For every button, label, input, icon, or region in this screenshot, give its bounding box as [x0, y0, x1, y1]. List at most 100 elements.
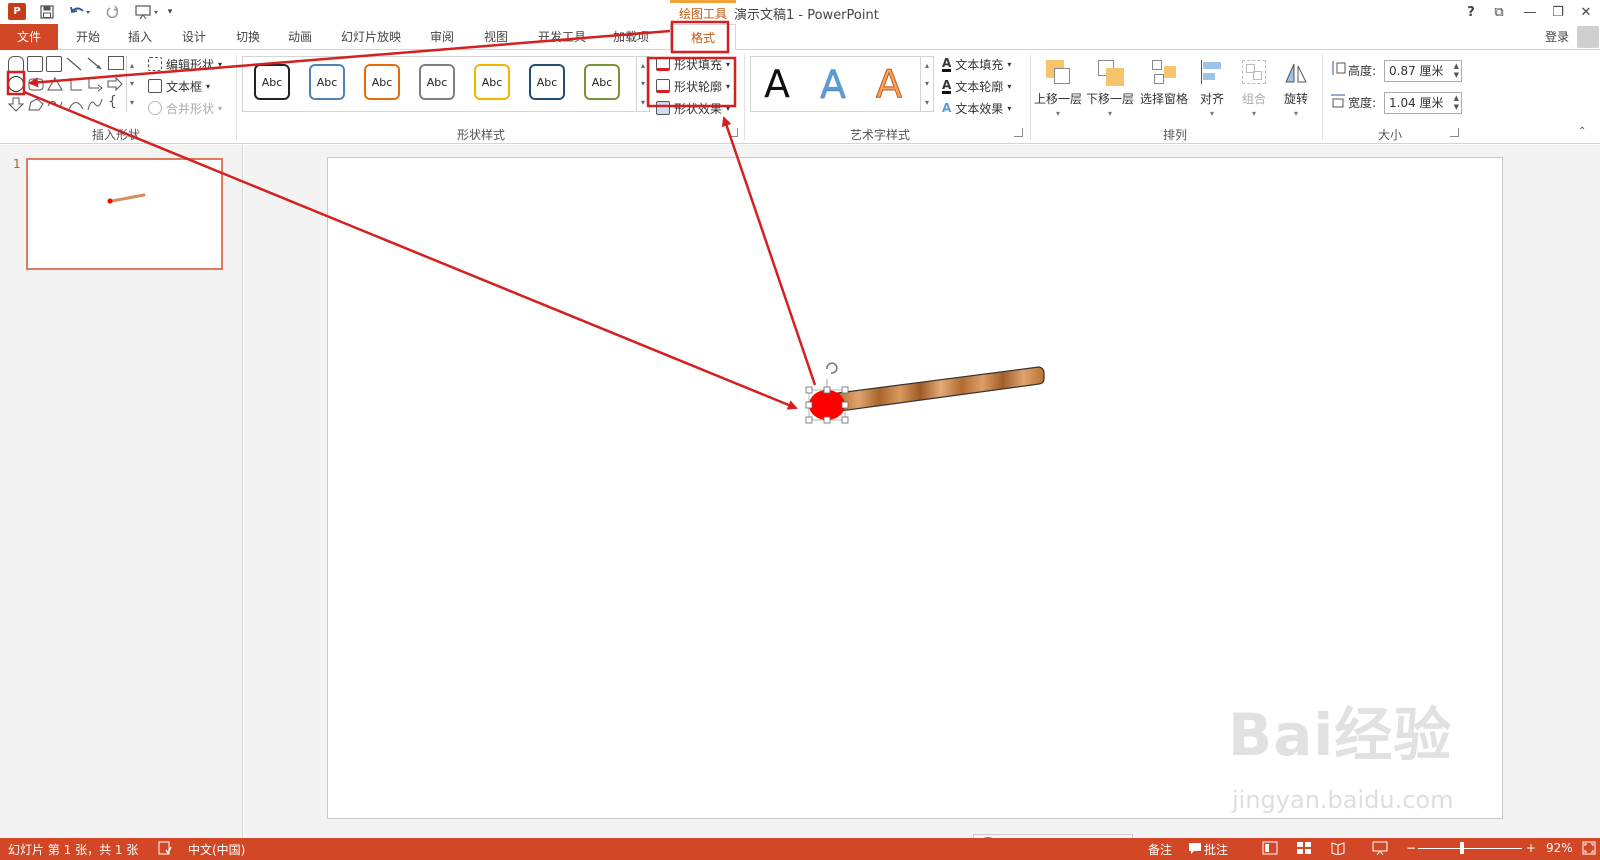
- shape-fill-button[interactable]: 形状填充 ▾: [656, 54, 730, 74]
- rotate-button[interactable]: 旋转 ▾: [1276, 56, 1316, 122]
- shape-style-preset[interactable]: Abc: [474, 64, 510, 100]
- shape-outline-button[interactable]: 形状轮廓 ▾: [656, 76, 730, 96]
- account-avatar[interactable]: [1577, 26, 1599, 48]
- slideshow-view-icon[interactable]: [1372, 841, 1388, 858]
- tab-design[interactable]: 设计: [174, 24, 214, 50]
- notes-button[interactable]: 备注: [1148, 841, 1172, 858]
- shape-width-input[interactable]: 1.04 厘米 ▲ ▼: [1384, 92, 1462, 114]
- shape-elbow-arrow-icon[interactable]: [86, 76, 104, 92]
- sign-in-link[interactable]: 登录: [1545, 28, 1569, 45]
- shape-line-icon[interactable]: [65, 56, 83, 72]
- text-effects-button[interactable]: A 文本效果 ▾: [942, 98, 1011, 118]
- shape-arc-icon[interactable]: [67, 96, 85, 112]
- wordart-style-preset[interactable]: A: [820, 64, 846, 104]
- shape-can-icon[interactable]: [8, 56, 24, 72]
- tab-insert[interactable]: 插入: [120, 24, 160, 50]
- group-separator: [1322, 54, 1323, 140]
- tab-slideshow[interactable]: 幻灯片放映: [336, 24, 406, 50]
- collapse-ribbon-icon[interactable]: ⌃: [1578, 126, 1586, 137]
- align-button[interactable]: 对齐 ▾: [1192, 56, 1232, 122]
- zoom-in-button[interactable]: +: [1526, 841, 1536, 855]
- tab-animations[interactable]: 动画: [280, 24, 320, 50]
- shapes-gallery-scroll[interactable]: ▴ ▾ ▾: [126, 56, 137, 112]
- tab-transitions[interactable]: 切换: [228, 24, 268, 50]
- shape-down-arrow-icon[interactable]: [7, 96, 26, 112]
- text-outline-button[interactable]: A 文本轮廓 ▾: [942, 76, 1011, 96]
- ribbon-display-options-button[interactable]: ⧉: [1487, 2, 1511, 22]
- comments-button[interactable]: 批注: [1204, 841, 1228, 858]
- wordart-style-preset[interactable]: A: [764, 64, 790, 104]
- wordart-dialog-launcher-icon[interactable]: [1014, 128, 1023, 137]
- customize-qat-icon[interactable]: ▾: [164, 3, 176, 21]
- shape-scribble-icon[interactable]: [46, 96, 64, 112]
- tab-format[interactable]: 格式: [670, 24, 736, 50]
- help-button[interactable]: ?: [1459, 2, 1483, 22]
- edit-shape-button[interactable]: 编辑形状 ▾: [148, 54, 222, 74]
- shape-style-preset[interactable]: Abc: [584, 64, 620, 100]
- slide-thumbnail[interactable]: [26, 158, 223, 270]
- reading-view-icon[interactable]: [1330, 841, 1346, 858]
- spell-check-icon[interactable]: [158, 841, 172, 858]
- shape-style-preset[interactable]: Abc: [309, 64, 345, 100]
- slide-sorter-icon[interactable]: [1296, 841, 1312, 858]
- redo-icon[interactable]: [104, 3, 122, 21]
- tab-view[interactable]: 视图: [476, 24, 516, 50]
- powerpoint-app-icon[interactable]: P: [8, 3, 26, 20]
- tab-home[interactable]: 开始: [68, 24, 108, 50]
- undo-icon[interactable]: [66, 3, 94, 21]
- shape-arrow-line-icon[interactable]: [86, 56, 104, 72]
- height-spinner-icon[interactable]: ▲ ▼: [1454, 62, 1459, 80]
- language-status[interactable]: 中文(中国): [188, 841, 245, 858]
- wordart-style-preset[interactable]: A: [876, 64, 903, 105]
- match-head-shape[interactable]: [805, 362, 849, 424]
- shape-freeform-icon[interactable]: [27, 96, 45, 112]
- start-slideshow-icon[interactable]: [132, 3, 162, 21]
- textbox-button[interactable]: 文本框 ▾: [148, 76, 210, 96]
- shape-rectangle-icon[interactable]: [108, 56, 124, 70]
- shape-styles-gallery-scroll[interactable]: ▴ ▾ ▾: [636, 56, 649, 112]
- bring-forward-button[interactable]: 上移一层 ▾: [1034, 56, 1082, 122]
- shape-curve-icon[interactable]: [86, 96, 104, 112]
- wordart-gallery-scroll[interactable]: ▴ ▾ ▾: [920, 56, 933, 112]
- tab-developer[interactable]: 开发工具: [532, 24, 592, 50]
- zoom-level[interactable]: 92%: [1546, 841, 1573, 855]
- rotation-handle-icon[interactable]: [826, 362, 838, 374]
- window-title: 演示文稿1 - PowerPoint: [734, 8, 879, 23]
- zoom-slider-thumb[interactable]: [1460, 842, 1464, 854]
- restore-button[interactable]: ❐: [1546, 2, 1570, 22]
- zoom-out-button[interactable]: −: [1406, 841, 1416, 855]
- shape-styles-dialog-launcher-icon[interactable]: [729, 128, 738, 137]
- shape-effects-button[interactable]: 形状效果 ▾: [656, 98, 730, 118]
- shape-style-preset[interactable]: Abc: [419, 64, 455, 100]
- text-fill-button[interactable]: A 文本填充 ▾: [942, 54, 1011, 74]
- normal-view-icon[interactable]: [1262, 841, 1278, 858]
- shape-height-input[interactable]: 0.87 厘米 ▲ ▼: [1384, 60, 1462, 82]
- shape-brace-icon[interactable]: {: [108, 94, 122, 112]
- tab-file[interactable]: 文件: [0, 24, 58, 50]
- shape-style-preset[interactable]: Abc: [529, 64, 565, 100]
- matchstick-shape[interactable]: [837, 366, 1045, 412]
- shape-vertical-textbox-icon[interactable]: [46, 56, 62, 72]
- close-button[interactable]: ✕: [1574, 2, 1598, 22]
- tab-addins[interactable]: 加载项: [606, 24, 656, 50]
- shape-right-arrow-icon[interactable]: [106, 76, 124, 92]
- shape-rounded-rect-icon[interactable]: [27, 76, 45, 92]
- group-button[interactable]: 组合 ▾: [1234, 56, 1274, 122]
- shape-textbox-icon[interactable]: [27, 56, 43, 72]
- tab-review[interactable]: 审阅: [422, 24, 462, 50]
- minimize-button[interactable]: —: [1518, 2, 1542, 22]
- shape-triangle-icon[interactable]: [46, 76, 64, 92]
- zoom-slider[interactable]: [1418, 848, 1522, 849]
- selection-pane-button[interactable]: 选择窗格: [1138, 56, 1190, 122]
- shape-style-preset[interactable]: Abc: [254, 64, 290, 100]
- save-icon[interactable]: [38, 3, 56, 21]
- shape-elbow-icon[interactable]: [67, 76, 85, 92]
- width-spinner-icon[interactable]: ▲ ▼: [1454, 94, 1459, 112]
- size-dialog-launcher-icon[interactable]: [1450, 128, 1459, 137]
- shape-style-preset[interactable]: Abc: [364, 64, 400, 100]
- send-backward-button[interactable]: 下移一层 ▾: [1086, 56, 1134, 122]
- shape-oval-icon[interactable]: [8, 76, 24, 92]
- merge-shapes-button[interactable]: 合并形状 ▾: [148, 98, 222, 118]
- comment-icon[interactable]: [1188, 841, 1202, 858]
- fit-slide-icon[interactable]: [1582, 841, 1596, 858]
